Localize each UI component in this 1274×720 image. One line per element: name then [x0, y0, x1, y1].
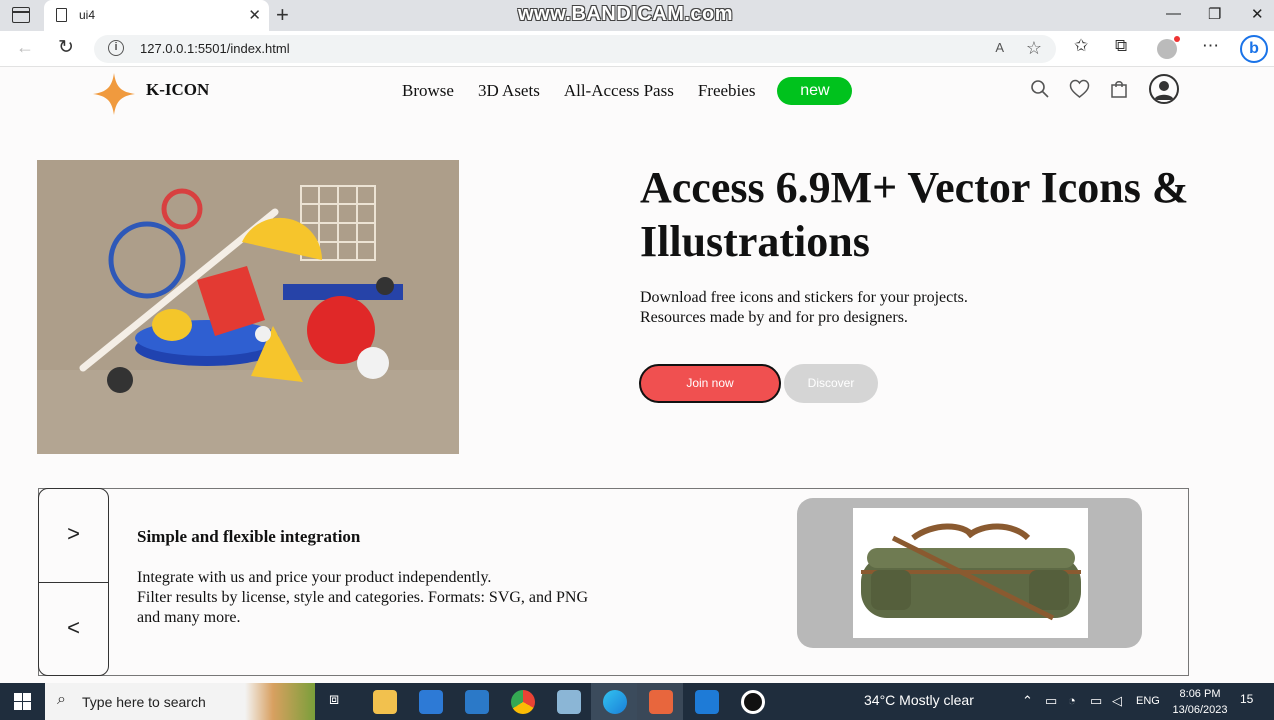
chevron-up-icon[interactable]: ⌃ [1022, 693, 1033, 709]
favorites-icon[interactable]: ✩ [1074, 36, 1088, 56]
vscode-icon[interactable] [695, 690, 719, 714]
close-window-button[interactable]: ✕ [1251, 5, 1264, 23]
star-logo-icon[interactable] [93, 73, 135, 115]
prev-arrow-button[interactable]: < [39, 615, 108, 683]
back-arrow-icon[interactable]: ← [16, 37, 34, 58]
taskbar-search-placeholder: Type here to search [82, 694, 206, 710]
join-now-button[interactable]: Join now [639, 364, 781, 403]
url-field[interactable]: i 127.0.0.1:5501/index.html A ☆ [94, 35, 1056, 63]
edge-icon[interactable] [603, 690, 627, 714]
read-aloud-icon[interactable]: A [995, 40, 1004, 55]
heart-icon[interactable] [1069, 79, 1090, 99]
windows-start-icon[interactable] [14, 693, 31, 710]
tab-actions-icon[interactable] [12, 7, 30, 23]
clock[interactable]: 8:06 PM 13/06/2023 [1170, 686, 1230, 718]
file-explorer-icon[interactable] [373, 690, 397, 714]
tab-close-icon[interactable]: ✕ [248, 6, 261, 24]
nav-3d-assets[interactable]: 3D Asets [478, 81, 540, 101]
hero-illustration [37, 160, 459, 454]
chrome-icon[interactable] [511, 690, 535, 714]
main-nav: Browse 3D Asets All-Access Pass Freebies… [402, 77, 853, 105]
browser-tab[interactable]: ui4 ✕ [44, 0, 269, 31]
meet-icon[interactable]: ▭ [1045, 693, 1057, 709]
bing-icon[interactable]: b [1240, 35, 1268, 63]
battery-icon[interactable]: ▭ [1090, 693, 1102, 709]
feature-title: Simple and flexible integration [137, 527, 361, 546]
arrow-divider [39, 582, 108, 583]
clock-date: 13/06/2023 [1172, 704, 1228, 716]
language-indicator[interactable]: ENG [1136, 695, 1160, 707]
taskbar-search[interactable]: ⌕ Type here to search [45, 683, 315, 720]
search-icon[interactable] [1030, 79, 1050, 99]
windows-taskbar: ⌕ Type here to search ⧈ 34°C Mostly clea… [0, 683, 1274, 720]
search-icon: ⌕ [57, 691, 66, 708]
weather-widget[interactable]: 34°C Mostly clear [864, 692, 974, 708]
site-info-icon[interactable]: i [108, 40, 124, 56]
hero-title: Access 6.9M+ Vector Icons & Illustration… [640, 163, 1189, 266]
mail-icon[interactable] [465, 690, 489, 714]
nav-all-access-pass[interactable]: All-Access Pass [564, 81, 674, 101]
slider-arrows: > < [38, 488, 109, 676]
volume-icon[interactable]: ◁ [1112, 693, 1122, 709]
web-page: K-ICON Browse 3D Asets All-Access Pass F… [0, 67, 1274, 683]
wifi-icon[interactable]: ◔ [1068, 693, 1076, 708]
new-badge[interactable]: new [777, 77, 853, 105]
clock-time: 8:06 PM [1179, 688, 1221, 700]
next-arrow-button[interactable]: > [39, 521, 108, 613]
hero-subtitle-line2: Resources made by and for pro designers. [640, 309, 908, 326]
hero-subtitle-line1: Download free icons and stickers for you… [640, 289, 968, 306]
search-highlight-image [245, 683, 315, 720]
profile-avatar[interactable] [1157, 36, 1180, 59]
url-text[interactable]: 127.0.0.1:5501/index.html [140, 41, 290, 56]
duffel-bag-image [853, 508, 1088, 638]
address-bar-row: ← ↻ i 127.0.0.1:5501/index.html A ☆ ✩ ⧉ … [0, 31, 1274, 67]
product-card[interactable] [797, 498, 1142, 648]
favorite-star-icon[interactable]: ☆ [1026, 38, 1042, 59]
logo-text[interactable]: K-ICON [146, 80, 209, 100]
browser-tab-bar: ui4 ✕ + www.BANDICAM.com — ❐ ✕ [0, 0, 1274, 31]
store-icon[interactable] [419, 690, 443, 714]
feature-text-line2: Filter results by license, style and cat… [137, 589, 589, 626]
shopping-bag-icon[interactable] [1110, 79, 1128, 99]
hero-subtitle: Download free icons and stickers for you… [640, 288, 1060, 328]
tab-title: ui4 [79, 8, 96, 22]
task-view-icon[interactable]: ⧈ [329, 691, 339, 709]
app-icon[interactable] [557, 690, 581, 714]
maximize-button[interactable]: ❐ [1208, 5, 1221, 23]
reload-icon[interactable]: ↻ [58, 36, 74, 59]
feature-section: > < Simple and flexible integration Inte… [38, 488, 1189, 676]
user-avatar-icon[interactable] [1149, 74, 1179, 104]
notifications-icon[interactable]: 15 [1240, 692, 1253, 706]
nav-browse[interactable]: Browse [402, 81, 454, 101]
recording-watermark: www.BANDICAM.com [518, 3, 734, 25]
feature-description: Integrate with us and price your product… [137, 568, 597, 628]
page-icon [56, 8, 67, 22]
recorder-app-icon[interactable] [649, 690, 673, 714]
collections-icon[interactable]: ⧉ [1115, 36, 1127, 56]
nav-freebies[interactable]: Freebies [698, 81, 756, 101]
more-options-icon[interactable]: ⋯ [1202, 36, 1219, 56]
discover-button[interactable]: Discover [784, 364, 878, 403]
record-icon[interactable] [741, 690, 765, 714]
feature-text-line1: Integrate with us and price your product… [137, 569, 492, 586]
minimize-button[interactable]: — [1166, 5, 1181, 22]
new-tab-button[interactable]: + [276, 2, 289, 28]
